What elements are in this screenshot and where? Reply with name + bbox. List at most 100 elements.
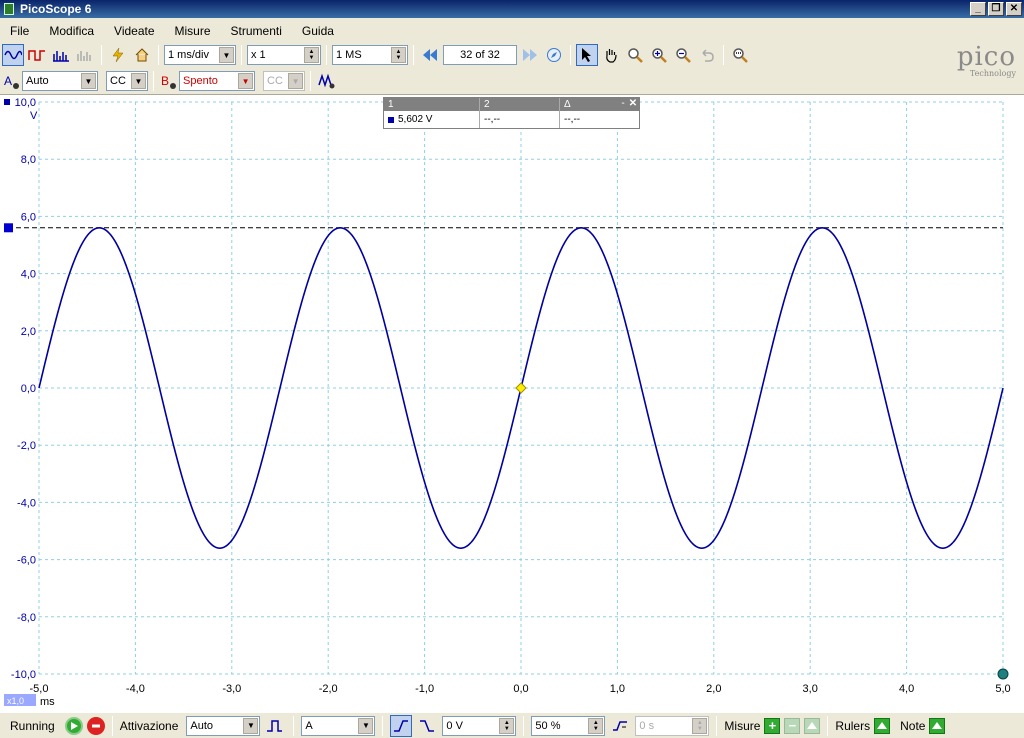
channel-a-range-select[interactable]: Auto ▼ — [22, 71, 99, 91]
x-unit-label: ms — [40, 696, 55, 708]
zoom-out-button[interactable] — [672, 44, 694, 66]
persistence-mode-button[interactable] — [26, 44, 48, 66]
spin-arrows-icon[interactable]: ▲ ▼ — [692, 717, 708, 734]
ruler-handle[interactable] — [4, 223, 13, 233]
close-icon[interactable]: ✕ — [628, 98, 638, 111]
auto-setup-button[interactable] — [107, 44, 129, 66]
chevron-down-icon[interactable]: ▼ — [219, 47, 234, 63]
x-tick-label: -3,0 — [222, 683, 241, 695]
channel-a-coupling-select[interactable]: CC ▼ — [106, 71, 149, 91]
rulers-label: Rulers — [835, 718, 871, 733]
spin-arrows-icon[interactable]: ▲ ▼ — [499, 717, 515, 734]
zoom-in-button[interactable] — [648, 44, 670, 66]
pointer-tool-button[interactable] — [576, 44, 598, 66]
spectrum-persist-button[interactable] — [74, 44, 96, 66]
channel-b-options-icon[interactable] — [169, 82, 177, 90]
minimize-button[interactable]: _ — [970, 2, 986, 16]
stop-button[interactable] — [86, 716, 105, 735]
zoom-overview-button[interactable] — [729, 44, 751, 66]
buffer-navigator-button[interactable] — [543, 44, 565, 66]
ruler-col-2: 2 — [480, 98, 560, 111]
default-setup-button[interactable] — [131, 44, 153, 66]
delay-icon — [613, 720, 628, 731]
spectrum-disabled-icon — [77, 51, 91, 61]
ruler-table-header: 1 2 Δ - ✕ — [384, 98, 639, 111]
trigger-mode: Auto — [190, 719, 214, 732]
menu-modifica[interactable]: Modifica — [39, 24, 104, 38]
zoom-stepper[interactable]: x 1 ▲ ▼ — [247, 45, 321, 65]
toolbar-separator — [153, 71, 155, 91]
menu-videate[interactable]: Videate — [104, 24, 164, 38]
chevron-down-icon[interactable]: ▼ — [131, 73, 147, 89]
toolbar-separator — [723, 45, 724, 65]
channel-b-range-select[interactable]: Spento ▼ — [179, 71, 256, 91]
chevron-down-icon[interactable]: ▼ — [238, 73, 254, 89]
undo-zoom-button[interactable] — [696, 44, 718, 66]
menu-misure[interactable]: Misure — [165, 24, 221, 38]
channel-b-coupling-select[interactable]: CC ▼ — [263, 71, 306, 91]
scope-mode-button[interactable] — [2, 44, 24, 66]
menu-guida[interactable]: Guida — [292, 24, 344, 38]
timebase-select[interactable]: 1 ms/div ▼ — [164, 45, 236, 65]
edit-measurement-button[interactable]: − — [784, 717, 801, 734]
channel-a-options-icon[interactable] — [12, 82, 20, 90]
trigger-delay-stepper[interactable]: 0 s ▲ ▼ — [635, 715, 710, 736]
run-state-label: Running — [10, 718, 55, 733]
scope-chart[interactable]: 10,08,06,04,02,00,0-2,0-4,0-6,0-8,0-10,0… — [0, 95, 1024, 713]
collapse-icon[interactable]: - — [618, 98, 628, 111]
notes-panel-toggle[interactable] — [929, 717, 946, 734]
start-button[interactable] — [64, 716, 83, 735]
chevron-down-icon[interactable]: ▼ — [288, 73, 304, 89]
spin-arrows-icon[interactable]: ▲ ▼ — [391, 47, 406, 63]
trigger-source-select[interactable]: A ▼ — [301, 715, 376, 736]
hand-tool-button[interactable] — [600, 44, 622, 66]
x-tick-label: 4,0 — [899, 683, 914, 695]
toolbar-separator — [111, 715, 113, 736]
x-position-handle[interactable] — [997, 668, 1009, 680]
spin-arrows-icon[interactable]: ▲ ▼ — [304, 47, 319, 63]
zoom-in-icon — [652, 48, 667, 63]
falling-edge-icon — [420, 719, 435, 732]
channel-a-axis-marker — [4, 99, 10, 105]
menu-strumenti[interactable]: Strumenti — [221, 24, 292, 38]
spin-arrows-icon[interactable]: ▲ ▼ — [588, 717, 604, 734]
signal-generator-button[interactable] — [316, 70, 338, 92]
trigger-marker[interactable] — [515, 382, 527, 394]
y-tick-label: 10,0 — [15, 97, 36, 109]
menu-file[interactable]: File — [0, 24, 39, 38]
chevron-down-icon[interactable]: ▼ — [358, 717, 374, 734]
ruler-measurement-table[interactable]: 1 2 Δ - ✕ 5,602 V --,-- --,-- — [383, 97, 640, 129]
trigger-mode-select[interactable]: Auto ▼ — [186, 715, 261, 736]
close-button[interactable]: ✕ — [1006, 2, 1022, 16]
chevron-down-icon[interactable]: ▼ — [243, 717, 259, 734]
trigger-level-stepper[interactable]: 0 V ▲ ▼ — [442, 715, 517, 736]
rising-edge-button[interactable] — [390, 714, 413, 737]
x-tick-label: 5,0 — [995, 683, 1010, 695]
restore-button[interactable]: ❐ — [988, 2, 1004, 16]
samples-stepper[interactable]: 1 MS ▲ ▼ — [332, 45, 408, 65]
post-trigger-delay-button[interactable] — [609, 715, 631, 737]
first-buffer-button[interactable] — [419, 44, 441, 66]
channel-a-range: Auto — [26, 75, 49, 87]
logo-brand: pico — [956, 42, 1016, 72]
rulers-panel-toggle[interactable] — [874, 717, 891, 734]
zoom-tool-button[interactable] — [624, 44, 646, 66]
measurement-panel-toggle[interactable] — [804, 717, 821, 734]
next-buffer-button[interactable] — [519, 44, 541, 66]
spectrum-mode-button[interactable] — [50, 44, 72, 66]
add-measurement-button[interactable]: + — [764, 717, 781, 734]
y-tick-label: 4,0 — [21, 269, 36, 281]
buffer-position-field[interactable]: 32 of 32 — [443, 45, 517, 65]
home-icon — [135, 48, 149, 62]
toolbar-separator — [382, 715, 384, 736]
advanced-trigger-button[interactable] — [264, 715, 286, 737]
toolbar-separator — [326, 45, 327, 65]
toolbar-separator — [101, 45, 102, 65]
x-zoom-badge: x1,0 — [7, 696, 24, 706]
falling-edge-button[interactable] — [416, 715, 438, 737]
scope-view[interactable]: 10,0 8,0 6,0 4,0 2,0 0,0 -2,0 -4,0 -6,0 -8,0 -10,0… — [0, 94, 1024, 712]
chevron-down-icon[interactable]: ▼ — [81, 73, 97, 89]
pretrigger-stepper[interactable]: 50 % ▲ ▼ — [531, 715, 606, 736]
measure-label: Misure — [724, 718, 761, 733]
rewind-icon — [423, 49, 437, 61]
